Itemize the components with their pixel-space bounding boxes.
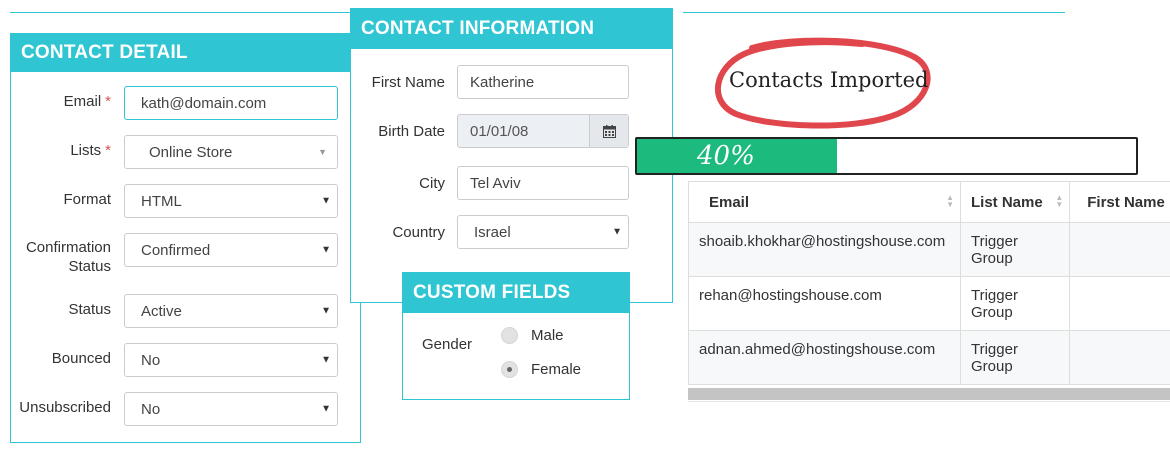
chevron-down-icon: ▼ bbox=[612, 226, 622, 238]
unsubscribed-select[interactable]: No ▼ bbox=[124, 392, 338, 426]
status-label: Status bbox=[68, 301, 111, 318]
city-label: City bbox=[419, 175, 445, 192]
table-cell-email: adnan.ahmed@hostingshouse.com bbox=[688, 330, 961, 385]
bounced-value: No bbox=[141, 351, 161, 369]
bounced-select[interactable]: No ▼ bbox=[124, 343, 338, 377]
first-name-field[interactable]: Katherine bbox=[457, 65, 629, 99]
table-cell-first-name bbox=[1069, 276, 1170, 331]
import-progress-bar: 40% bbox=[635, 137, 1138, 175]
confirmation-status-label: Confirmation Status bbox=[25, 239, 111, 275]
confirmation-status-select[interactable]: Confirmed ▼ bbox=[124, 233, 338, 267]
table-horizontal-scrollbar[interactable] bbox=[688, 388, 1170, 400]
birth-date-label: Birth Date bbox=[378, 123, 445, 140]
top-divider-right bbox=[683, 12, 1065, 13]
table-row[interactable]: shoaib.khokhar@hostingshouse.com Trigger… bbox=[688, 222, 1170, 277]
table-row[interactable]: adnan.ahmed@hostingshouse.com Trigger Gr… bbox=[688, 330, 1170, 385]
unsubscribed-label: Unsubscribed bbox=[19, 399, 111, 416]
top-divider-left bbox=[10, 12, 350, 13]
chevron-down-icon: ▼ bbox=[321, 403, 331, 415]
email-label: Email * bbox=[63, 93, 111, 110]
column-header-email[interactable]: Email ▲ ▼ bbox=[688, 181, 961, 223]
contact-detail-title: CONTACT DETAIL bbox=[11, 34, 360, 72]
status-select[interactable]: Active ▼ bbox=[124, 294, 338, 328]
chevron-down-icon: ▼ bbox=[321, 354, 331, 366]
status-value: Active bbox=[141, 302, 182, 320]
required-mark: * bbox=[105, 93, 111, 110]
table-header-row: Email ▲ ▼ List Name ▲ ▼ First Name bbox=[688, 181, 1170, 223]
contact-information-title: CONTACT INFORMATION bbox=[351, 9, 672, 49]
sort-icon[interactable]: ▲ ▼ bbox=[1055, 194, 1063, 209]
table-row[interactable]: rehan@hostingshouse.com Trigger Group bbox=[688, 276, 1170, 331]
format-value: HTML bbox=[141, 192, 182, 210]
table-cell-email: shoaib.khokhar@hostingshouse.com bbox=[688, 222, 961, 277]
custom-fields-title: CUSTOM FIELDS bbox=[403, 273, 629, 313]
gender-male-label: Male bbox=[531, 327, 564, 344]
email-field[interactable]: kath@domain.com bbox=[124, 86, 338, 120]
required-mark: * bbox=[105, 142, 111, 159]
lists-value: Online Store bbox=[149, 143, 233, 161]
lists-select[interactable]: Online Store ▼ bbox=[124, 135, 338, 169]
city-value: Tel Aviv bbox=[470, 174, 521, 192]
gender-label: Gender bbox=[422, 336, 473, 353]
table-cell-list-name: Trigger Group bbox=[959, 222, 1071, 277]
column-header-first-name[interactable]: First Name bbox=[1069, 181, 1170, 223]
table-cell-email: rehan@hostingshouse.com bbox=[688, 276, 961, 331]
chevron-down-icon: ▼ bbox=[321, 195, 331, 207]
bounced-label: Bounced bbox=[51, 350, 111, 367]
chevron-down-icon: ▼ bbox=[318, 147, 327, 157]
contact-detail-panel: CONTACT DETAIL Email * kath@domain.com Li… bbox=[10, 33, 361, 443]
chevron-down-icon: ▼ bbox=[321, 244, 331, 256]
contacts-table: Email ▲ ▼ List Name ▲ ▼ First Name shoaib.kh… bbox=[688, 181, 1170, 385]
country-value: Israel bbox=[474, 223, 511, 241]
sort-icon[interactable]: ▲ ▼ bbox=[946, 194, 954, 209]
table-bottom-divider bbox=[688, 401, 1170, 402]
table-cell-first-name bbox=[1069, 222, 1170, 277]
contacts-imported-heading: Contacts Imported bbox=[729, 68, 929, 92]
import-progress-text: 40% bbox=[697, 141, 755, 171]
gender-female-label: Female bbox=[531, 361, 582, 378]
format-label: Format bbox=[63, 191, 111, 208]
table-cell-first-name bbox=[1069, 330, 1170, 385]
gender-male-radio[interactable] bbox=[501, 327, 518, 344]
email-value: kath@domain.com bbox=[141, 94, 267, 112]
format-select[interactable]: HTML ▼ bbox=[124, 184, 338, 218]
lists-label: Lists * bbox=[70, 142, 111, 159]
gender-female-radio[interactable] bbox=[501, 361, 518, 378]
birth-date-field[interactable]: 01/01/08 bbox=[457, 114, 629, 148]
table-cell-list-name: Trigger Group bbox=[959, 276, 1071, 331]
contact-information-panel: CONTACT INFORMATION First Name Katherine… bbox=[350, 8, 673, 303]
custom-fields-panel: CUSTOM FIELDS Gender Male Female bbox=[402, 272, 630, 400]
city-field[interactable]: Tel Aviv bbox=[457, 166, 629, 200]
country-select[interactable]: Israel ▼ bbox=[457, 215, 629, 249]
first-name-value: Katherine bbox=[470, 73, 535, 91]
chevron-down-icon: ▼ bbox=[321, 305, 331, 317]
country-label: Country bbox=[392, 224, 445, 241]
confirmation-status-value: Confirmed bbox=[141, 241, 211, 259]
unsubscribed-value: No bbox=[141, 400, 161, 418]
first-name-label: First Name bbox=[371, 74, 445, 91]
column-header-list-name[interactable]: List Name ▲ ▼ bbox=[959, 181, 1071, 223]
calendar-icon[interactable] bbox=[589, 115, 628, 147]
birth-date-value: 01/01/08 bbox=[470, 122, 529, 140]
table-cell-list-name: Trigger Group bbox=[959, 330, 1071, 385]
